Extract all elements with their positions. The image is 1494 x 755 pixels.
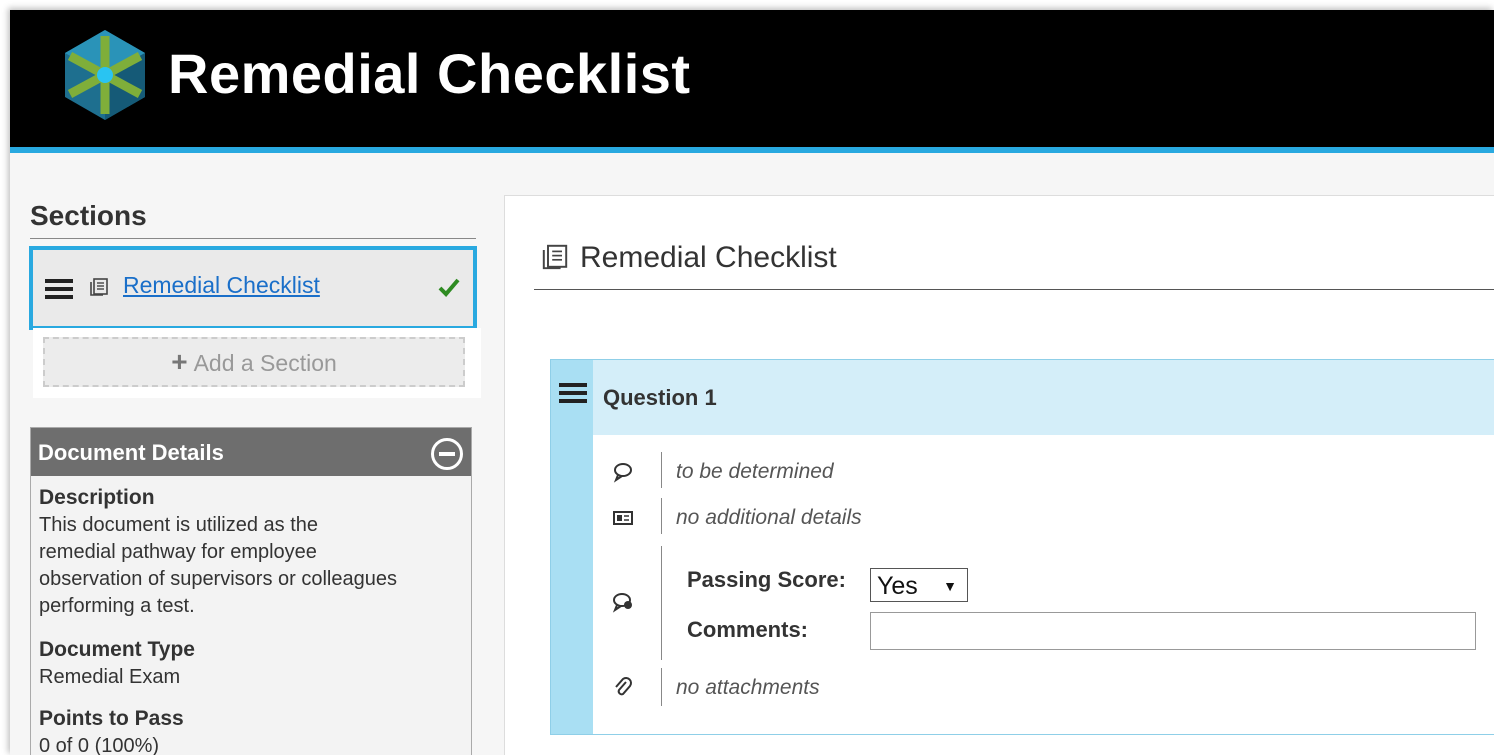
main-panel: Remedial Checklist Question 1 to be dete… [504, 195, 1494, 755]
section-item-remedial-checklist[interactable]: Remedial Checklist [29, 246, 477, 330]
comment-bubble-icon [612, 593, 632, 613]
passing-score-value: Yes [877, 572, 918, 600]
question-header[interactable]: Question 1 [593, 360, 1494, 435]
document-icon [90, 278, 108, 296]
question-drag-stripe[interactable] [551, 360, 593, 734]
details-card-icon [613, 511, 633, 525]
paperclip-icon [615, 677, 632, 696]
document-details-panel: Document Details Description This docume… [30, 427, 472, 755]
speech-bubble-icon [613, 463, 632, 483]
passing-score-select[interactable]: Yes ▼ [870, 568, 968, 602]
checkmark-icon [438, 278, 460, 297]
comments-input[interactable] [870, 612, 1476, 650]
page-title: Remedial Checklist [580, 241, 837, 274]
divider [534, 289, 1494, 290]
description-label: Description [39, 486, 155, 509]
document-details-title: Document Details [38, 440, 224, 465]
add-section-label: Add a Section [193, 350, 337, 376]
divider [661, 668, 662, 706]
question-details: no additional details [676, 506, 862, 529]
passing-score-label: Passing Score: [687, 567, 846, 592]
document-details-header[interactable]: Document Details [31, 428, 471, 476]
app-header: Remedial Checklist [10, 10, 1494, 153]
question-prompt: to be determined [676, 460, 834, 483]
sections-heading: Sections [30, 200, 147, 231]
app-window: Remedial Checklist Sections Remedial Che… [10, 10, 1494, 755]
plus-icon: + [171, 346, 188, 377]
app-title: Remedial Checklist [168, 42, 691, 105]
document-type-value: Remedial Exam [39, 666, 181, 688]
question-title: Question 1 [603, 385, 717, 410]
comments-label: Comments: [687, 617, 809, 642]
dropdown-arrow-icon: ▼ [943, 578, 957, 594]
add-section-container: + Add a Section [33, 328, 481, 398]
points-to-pass-value: 0 of 0 (100%) [39, 735, 160, 755]
document-type-label: Document Type [39, 638, 195, 661]
hexagon-cube-logo [65, 30, 145, 120]
divider [661, 546, 662, 660]
divider [30, 238, 476, 239]
attachments-text: no attachments [676, 676, 820, 699]
document-icon [542, 244, 568, 270]
drag-handle-icon[interactable] [45, 279, 73, 299]
points-to-pass-label: Points to Pass [39, 707, 184, 730]
collapse-icon[interactable] [431, 438, 463, 470]
description-value: This document is utilized as the remedia… [39, 514, 397, 617]
question-card: Question 1 to be determined no additiona… [550, 359, 1494, 735]
divider [661, 452, 662, 488]
section-link[interactable]: Remedial Checklist [123, 272, 320, 299]
divider [661, 498, 662, 534]
add-section-button[interactable]: + Add a Section [43, 337, 465, 387]
drag-handle-icon[interactable] [559, 383, 587, 403]
